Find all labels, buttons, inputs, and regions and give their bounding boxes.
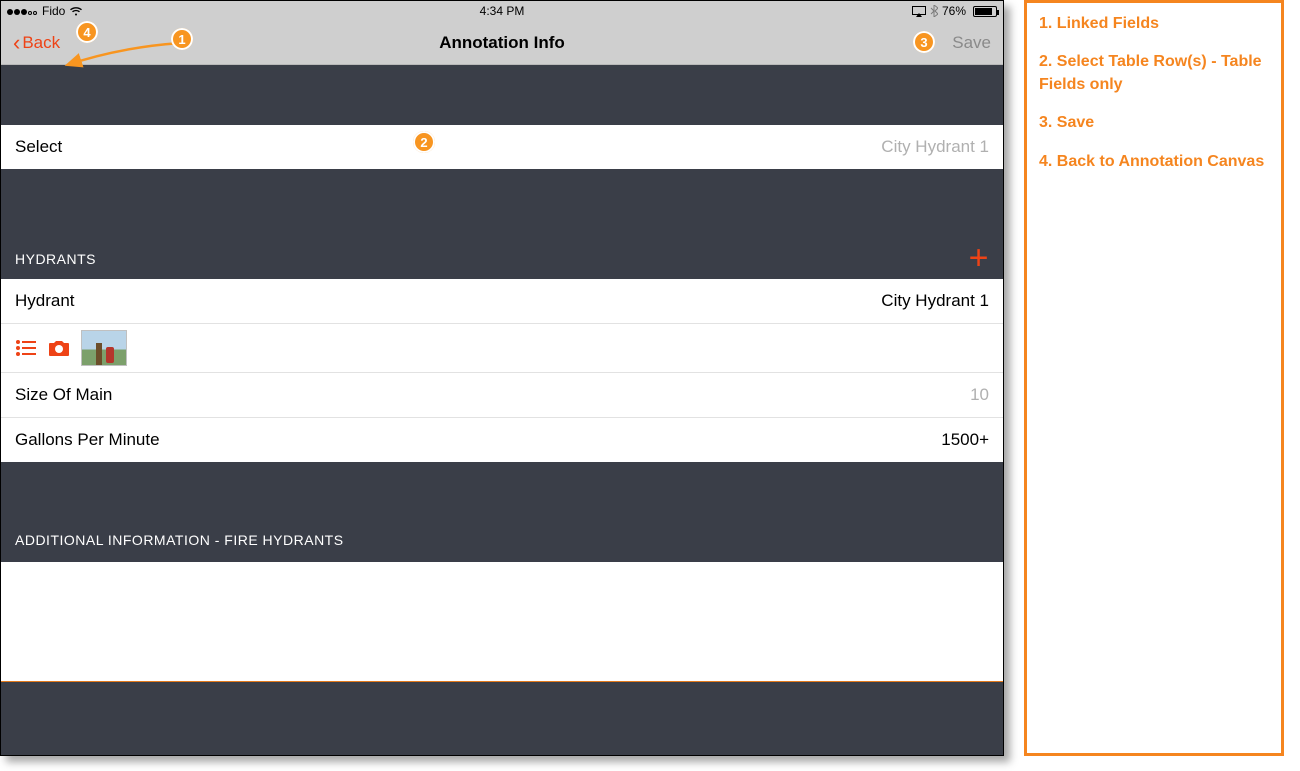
section-title: HYDRANTS — [15, 251, 96, 267]
hydrant-value: City Hydrant 1 — [881, 291, 989, 311]
list-icon[interactable] — [15, 339, 37, 357]
size-of-main-label: Size Of Main — [15, 385, 112, 405]
back-label: Back — [22, 33, 60, 53]
legend-item-2: 2. Select Table Row(s) - Table Fields on… — [1039, 51, 1269, 96]
camera-icon[interactable] — [47, 339, 71, 357]
bluetooth-icon — [930, 5, 938, 17]
legend-item-1: 1. Linked Fields — [1039, 13, 1269, 35]
section-title: ADDITIONAL INFORMATION - FIRE HYDRANTS — [15, 532, 344, 548]
page-title: Annotation Info — [439, 33, 565, 53]
airplay-icon — [912, 6, 926, 17]
callout-marker-4: 4 — [76, 21, 98, 43]
additional-info-body[interactable] — [1, 562, 1003, 682]
carrier-label: Fido — [42, 4, 65, 18]
add-hydrant-button[interactable]: + — [969, 250, 989, 267]
gpm-value: 1500+ — [941, 430, 989, 450]
chevron-left-icon: ‹ — [13, 32, 20, 54]
legend-box: 1. Linked Fields 2. Select Table Row(s) … — [1024, 0, 1284, 756]
status-bar: Fido 4:34 PM 76% — [1, 1, 1003, 21]
hydrant-label: Hydrant — [15, 291, 75, 311]
section-header-hydrants: HYDRANTS + — [1, 169, 1003, 279]
callout-marker-2: 2 — [413, 131, 435, 153]
size-of-main-row[interactable]: Size Of Main 10 — [1, 373, 1003, 417]
legend-item-3: 3. Save — [1039, 112, 1269, 134]
signal-dots-icon — [7, 4, 38, 18]
callout-arrow — [61, 41, 191, 81]
back-button[interactable]: ‹ Back — [13, 32, 60, 54]
photo-thumbnail[interactable] — [81, 330, 127, 366]
clock-label: 4:34 PM — [480, 4, 525, 18]
device-frame: Fido 4:34 PM 76% ‹ Back — [0, 0, 1004, 756]
gpm-row[interactable]: Gallons Per Minute 1500+ — [1, 418, 1003, 462]
hydrant-row[interactable]: Hydrant City Hydrant 1 — [1, 279, 1003, 323]
callout-marker-3: 3 — [913, 31, 935, 53]
wifi-icon — [69, 6, 83, 16]
section-header-additional: ADDITIONAL INFORMATION - FIRE HYDRANTS — [1, 462, 1003, 562]
gpm-label: Gallons Per Minute — [15, 430, 160, 450]
media-row — [1, 324, 1003, 372]
select-row[interactable]: Select City Hydrant 1 — [1, 125, 1003, 169]
callout-marker-1: 1 — [171, 28, 193, 50]
save-button[interactable]: Save — [952, 33, 991, 53]
legend-item-4: 4. Back to Annotation Canvas — [1039, 151, 1269, 173]
battery-percent: 76% — [942, 4, 966, 18]
select-value: City Hydrant 1 — [881, 137, 989, 157]
spacer — [1, 682, 1003, 756]
battery-icon — [970, 6, 997, 17]
select-label: Select — [15, 137, 62, 157]
size-of-main-value: 10 — [970, 385, 989, 405]
